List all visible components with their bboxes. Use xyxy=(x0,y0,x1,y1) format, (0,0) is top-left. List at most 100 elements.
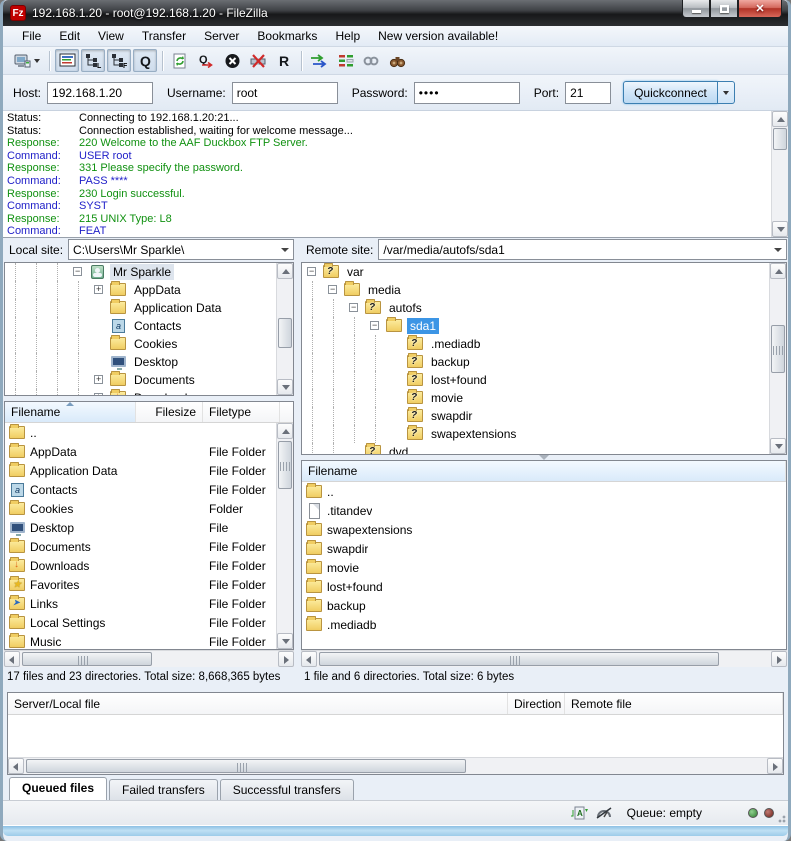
local-tree-item[interactable]: +Documents xyxy=(5,371,293,389)
remote-file-row[interactable]: movie xyxy=(302,558,786,577)
remote-file-row[interactable]: backup xyxy=(302,596,786,615)
menu-item-edit[interactable]: Edit xyxy=(50,27,89,45)
remote-tree-item[interactable]: −?var xyxy=(302,263,786,281)
menu-item-transfer[interactable]: Transfer xyxy=(133,27,195,45)
scroll-down-button[interactable] xyxy=(277,379,293,395)
scroll-right-button[interactable] xyxy=(767,758,783,774)
remote-tree-item[interactable]: −sda1 xyxy=(302,317,786,335)
menu-item-new-version-available[interactable]: New version available! xyxy=(369,27,507,45)
tab-failed-transfers[interactable]: Failed transfers xyxy=(109,779,218,800)
quickconnect-button[interactable]: Quickconnect xyxy=(623,81,718,104)
scroll-thumb[interactable] xyxy=(22,652,152,666)
remote-file-row[interactable]: .mediadb xyxy=(302,615,786,634)
cancel-button[interactable] xyxy=(220,49,244,72)
username-input[interactable] xyxy=(232,82,338,104)
minimize-button[interactable] xyxy=(682,0,710,18)
remote-tree-item[interactable]: ?backup xyxy=(302,353,786,371)
port-input[interactable] xyxy=(565,82,611,104)
local-file-row[interactable]: ↓DownloadsFile Folder xyxy=(5,556,293,575)
column-header-filesize[interactable]: Filesize xyxy=(136,402,203,422)
local-tree-item[interactable]: Contacts xyxy=(5,317,293,335)
remote-tree-item[interactable]: −media xyxy=(302,281,786,299)
remote-tree-vertical-scrollbar[interactable] xyxy=(769,263,786,454)
tree-expander-cell[interactable]: + xyxy=(89,371,110,389)
transfer-queue[interactable]: Server/Local fileDirectionRemote file xyxy=(7,692,784,775)
synchronized-browsing-button[interactable] xyxy=(359,49,383,72)
local-tree-item[interactable]: +↓Downloads xyxy=(5,389,293,396)
expand-expander-icon[interactable]: + xyxy=(94,285,103,294)
scroll-thumb[interactable] xyxy=(278,441,292,489)
column-header-filetype[interactable]: Filetype xyxy=(203,402,280,422)
local-file-row[interactable]: Application DataFile Folder xyxy=(5,461,293,480)
local-file-row[interactable]: ContactsFile Folder xyxy=(5,480,293,499)
tree-expander-cell[interactable]: − xyxy=(302,263,323,281)
tree-expander-cell[interactable]: − xyxy=(323,281,344,299)
message-log[interactable]: Status:Connecting to 192.168.1.20:21...S… xyxy=(3,111,788,238)
queue-horizontal-scrollbar[interactable] xyxy=(8,757,783,774)
scroll-up-button[interactable] xyxy=(770,263,786,279)
local-file-list[interactable]: FilenameFilesizeFiletype ..AppDataFile F… xyxy=(4,401,294,650)
tab-successful-transfers[interactable]: Successful transfers xyxy=(220,779,354,800)
tree-expander-cell[interactable]: − xyxy=(68,263,89,281)
tab-queued-files[interactable]: Queued files xyxy=(9,777,107,800)
local-site-combobox[interactable]: C:\Users\Mr Sparkle\ xyxy=(68,239,294,260)
collapse-expander-icon[interactable]: − xyxy=(349,303,358,312)
process-queue-button[interactable]: Q xyxy=(194,49,218,72)
expand-expander-icon[interactable]: + xyxy=(94,375,103,384)
host-input[interactable] xyxy=(47,82,153,104)
filename-filters-button[interactable] xyxy=(307,49,331,72)
scroll-thumb[interactable] xyxy=(773,128,787,150)
remote-file-list[interactable]: Filename ...titandevswapextensionsswapdi… xyxy=(301,460,787,650)
collapse-expander-icon[interactable]: − xyxy=(307,267,316,276)
local-file-row[interactable]: ★FavoritesFile Folder xyxy=(5,575,293,594)
scroll-up-button[interactable] xyxy=(277,263,293,279)
remote-tree-item[interactable]: −?autofs xyxy=(302,299,786,317)
local-file-row[interactable]: DesktopFile xyxy=(5,518,293,537)
local-file-row[interactable]: MusicFile Folder xyxy=(5,632,293,650)
remote-file-row[interactable]: .. xyxy=(302,482,786,501)
local-tree-item[interactable]: Application Data xyxy=(5,299,293,317)
site-manager-button[interactable] xyxy=(10,49,44,72)
scroll-down-button[interactable] xyxy=(772,221,788,237)
maximize-button[interactable] xyxy=(710,0,738,18)
column-header-filename[interactable]: Filename xyxy=(302,461,786,481)
scroll-thumb[interactable] xyxy=(771,325,785,373)
resize-grip[interactable] xyxy=(774,811,786,823)
menu-item-bookmarks[interactable]: Bookmarks xyxy=(248,27,326,45)
scroll-left-button[interactable] xyxy=(8,758,24,774)
directory-comparison-button[interactable] xyxy=(333,49,357,72)
tree-expander-cell[interactable]: − xyxy=(344,299,365,317)
remote-site-combobox[interactable]: /var/media/autofs/sda1 xyxy=(378,239,787,260)
local-file-row[interactable]: .. xyxy=(5,423,293,442)
reconnect-button[interactable]: R xyxy=(272,49,296,72)
log-vertical-scrollbar[interactable] xyxy=(771,111,788,237)
local-tree-button[interactable]: L xyxy=(81,49,105,72)
scroll-down-button[interactable] xyxy=(770,438,786,454)
local-file-row[interactable]: DocumentsFile Folder xyxy=(5,537,293,556)
queue-view-button[interactable]: Q xyxy=(133,49,157,72)
transfer-type-icon[interactable]: A xyxy=(571,805,589,821)
remote-tree-item[interactable]: ?swapextensions xyxy=(302,425,786,443)
remote-tree-item[interactable]: ?lost+found xyxy=(302,371,786,389)
local-directory-tree[interactable]: −Mr Sparkle+AppDataApplication DataConta… xyxy=(4,262,294,396)
local-tree-item[interactable]: Cookies xyxy=(5,335,293,353)
local-tree-item[interactable]: −Mr Sparkle xyxy=(5,263,293,281)
scroll-right-button[interactable] xyxy=(771,651,787,667)
menu-item-view[interactable]: View xyxy=(89,27,133,45)
close-button[interactable]: ✕ xyxy=(738,0,782,18)
find-files-button[interactable] xyxy=(385,49,409,72)
scroll-thumb[interactable] xyxy=(26,759,466,773)
remote-file-row[interactable]: swapdir xyxy=(302,539,786,558)
tree-expander-cell[interactable]: − xyxy=(365,317,386,335)
remote-directory-tree[interactable]: −?var−media−?autofs−sda1?.mediadb?backup… xyxy=(301,262,787,455)
scroll-right-button[interactable] xyxy=(278,651,294,667)
scroll-thumb[interactable] xyxy=(319,652,719,666)
queue-column-direction[interactable]: Direction xyxy=(508,693,565,714)
remote-tree-item[interactable]: ?movie xyxy=(302,389,786,407)
disconnect-button[interactable] xyxy=(246,49,270,72)
speed-limits-icon[interactable] xyxy=(595,805,613,821)
local-file-row[interactable]: AppDataFile Folder xyxy=(5,442,293,461)
scroll-up-button[interactable] xyxy=(277,423,293,439)
remote-tree-item[interactable]: ?.mediadb xyxy=(302,335,786,353)
tree-expander-cell[interactable]: + xyxy=(89,389,110,396)
